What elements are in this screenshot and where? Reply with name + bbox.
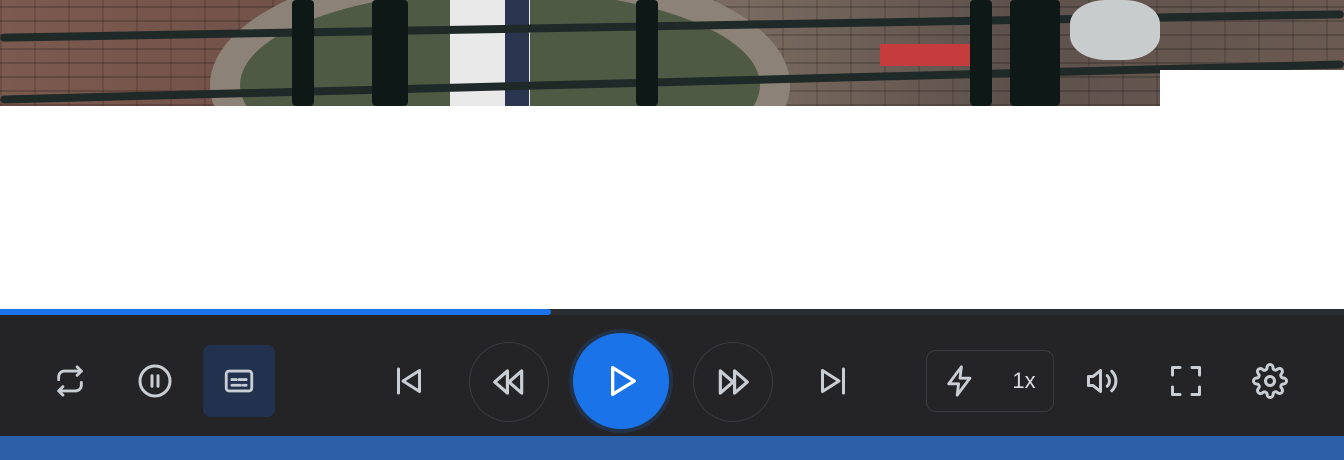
video-statue	[1070, 0, 1160, 60]
play-button[interactable]	[573, 333, 669, 429]
pause-button[interactable]	[131, 357, 179, 405]
pause-circle-icon	[138, 364, 172, 398]
video-post	[1010, 0, 1060, 106]
video-post	[970, 0, 992, 106]
rewind-button[interactable]	[469, 342, 549, 422]
skip-back-button[interactable]	[385, 357, 433, 405]
video-post	[292, 0, 314, 106]
skip-forward-button[interactable]	[809, 357, 857, 405]
skip-forward-icon	[821, 367, 845, 395]
repeat-button[interactable]	[46, 357, 94, 405]
video-red-sign	[880, 44, 970, 66]
fast-forward-icon	[718, 369, 749, 395]
fullscreen-icon	[1171, 366, 1201, 396]
player-controls: 1x	[0, 315, 1344, 436]
video-frame[interactable]	[0, 0, 1344, 106]
video-post	[372, 0, 408, 106]
settings-gear-icon	[1252, 363, 1288, 399]
play-icon	[611, 366, 636, 396]
video-post	[636, 0, 658, 106]
volume-button[interactable]	[1078, 357, 1126, 405]
rewind-icon	[493, 369, 524, 395]
subtitles-button[interactable]	[203, 345, 275, 417]
lightning-icon	[947, 365, 972, 397]
fast-forward-button[interactable]	[693, 342, 773, 422]
subtitles-icon	[224, 369, 254, 393]
repeat-icon	[57, 365, 83, 397]
volume-icon	[1087, 369, 1118, 393]
fullscreen-button[interactable]	[1162, 357, 1210, 405]
video-highlight	[1160, 70, 1344, 106]
boost-button[interactable]	[936, 357, 984, 405]
bottom-bar	[0, 436, 1344, 460]
skip-back-icon	[397, 367, 421, 395]
playback-speed-button[interactable]: 1x	[1000, 365, 1048, 397]
settings-button[interactable]	[1246, 357, 1294, 405]
